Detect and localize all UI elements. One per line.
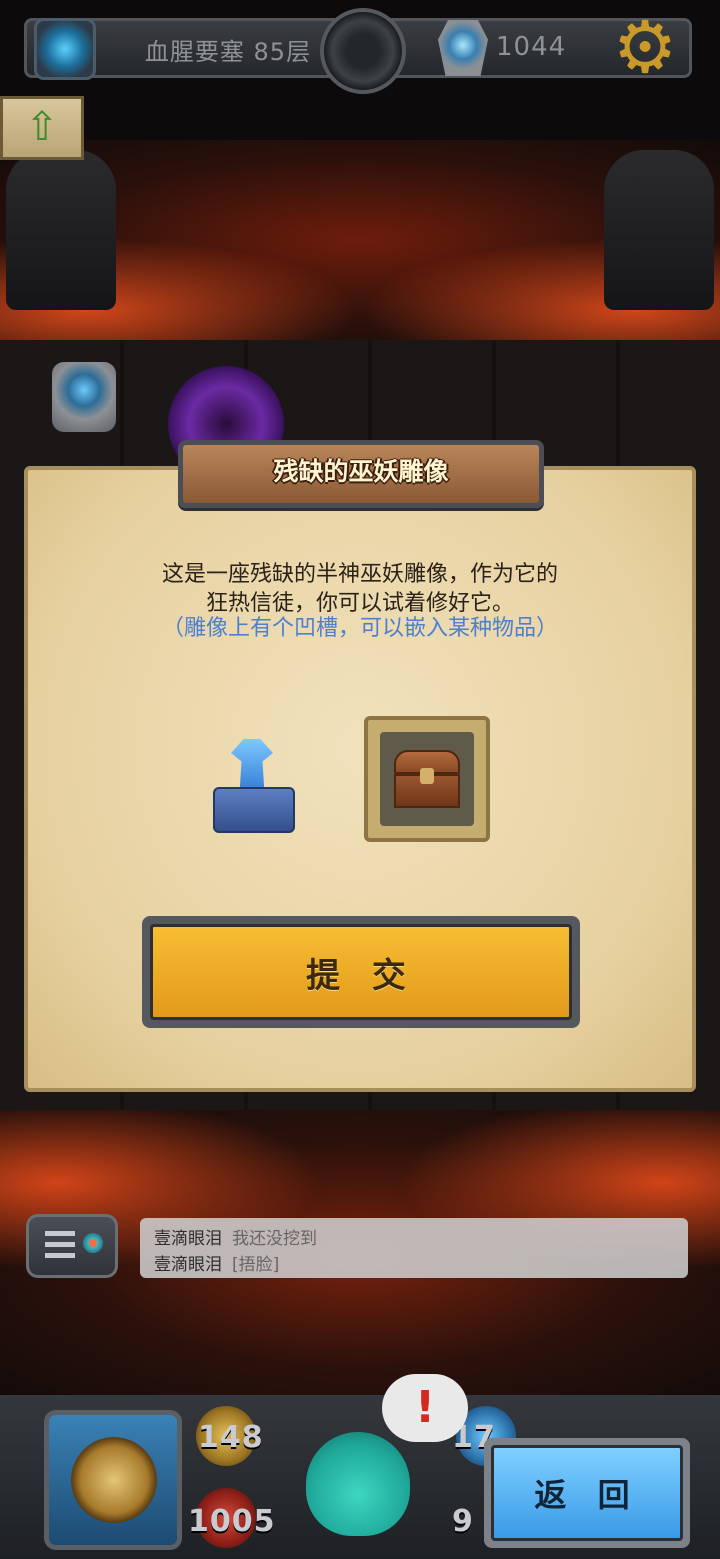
item-slot[interactable] xyxy=(364,716,490,842)
dialog-title: 残缺的巫妖雕像 xyxy=(273,457,449,486)
chat-user: 壹滴眼泪 xyxy=(154,1229,222,1249)
back-button-label: 返 回 xyxy=(491,1445,683,1541)
compass-icon xyxy=(71,1437,157,1523)
chat-menu-button[interactable] xyxy=(26,1214,118,1278)
item-slot-inner xyxy=(380,732,474,826)
gem-count: 1044 xyxy=(496,32,567,62)
submit-button[interactable]: 提 交 xyxy=(142,916,580,1028)
portal-icon[interactable] xyxy=(34,18,96,80)
chat-line: 壹滴眼泪 [捂脸] xyxy=(154,1250,279,1275)
speed-value: 9 xyxy=(452,1504,474,1539)
top-hud: 血腥要塞 85层 1044 ⚙ xyxy=(24,8,692,94)
chat-box[interactable]: 壹滴眼泪 我还没挖到 壹滴眼泪 [捂脸] xyxy=(140,1218,688,1278)
bomb-icon[interactable] xyxy=(320,8,406,94)
armored-knight-statue-right xyxy=(604,150,714,310)
description-line-1: 这是一座残缺的半神巫妖雕像，作为它的 xyxy=(161,562,558,587)
treasure-chest-icon xyxy=(394,750,460,808)
dialog-description: 这是一座残缺的半神巫妖雕像，作为它的 狂热信徒，你可以试着修好它。 xyxy=(60,560,660,618)
gem-icon xyxy=(438,20,488,76)
slime-pet-avatar[interactable] xyxy=(306,1432,410,1536)
alert-bubble[interactable]: ! xyxy=(382,1374,468,1442)
submit-button-label: 提 交 xyxy=(150,924,572,1020)
up-arrow-icon: ⇧ xyxy=(25,104,59,150)
floor-up-button[interactable]: ⇧ xyxy=(0,96,84,160)
attack-value: 148 xyxy=(198,1420,264,1455)
statue-base xyxy=(213,787,295,833)
lich-statue-icon xyxy=(205,735,301,835)
chat-message: 我还没挖到 xyxy=(232,1229,317,1249)
chat-message: [捂脸] xyxy=(232,1255,280,1275)
health-value: 1005 xyxy=(188,1504,276,1539)
back-button[interactable]: 返 回 xyxy=(484,1438,690,1548)
hero-portrait[interactable] xyxy=(44,1410,182,1550)
chat-user: 壹滴眼泪 xyxy=(154,1255,222,1275)
floor-label: 血腥要塞 85层 xyxy=(144,38,312,66)
chat-notification-icon xyxy=(83,1233,103,1253)
armored-knight-statue-left xyxy=(6,150,116,310)
rune-stone-tile[interactable] xyxy=(52,362,116,432)
dialog-hint: （雕像上有个凹槽，可以嵌入某种物品） xyxy=(161,616,558,641)
gear-icon[interactable]: ⚙ xyxy=(608,10,682,84)
menu-lines-icon xyxy=(45,1231,75,1261)
chest-lock xyxy=(420,768,434,784)
chat-line: 壹滴眼泪 我还没挖到 xyxy=(154,1224,317,1249)
